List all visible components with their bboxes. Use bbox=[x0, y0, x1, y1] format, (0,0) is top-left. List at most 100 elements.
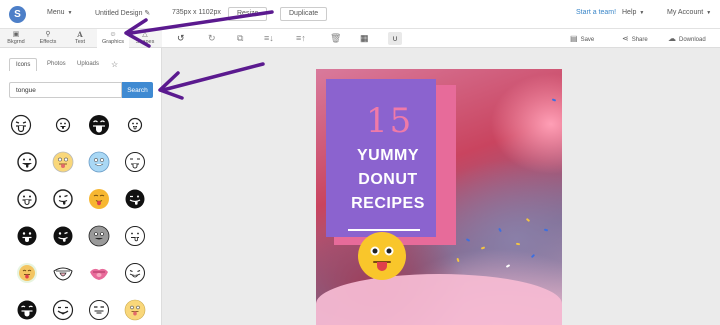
search-input[interactable] bbox=[9, 82, 122, 98]
tongue-emoji-icon[interactable] bbox=[88, 114, 110, 136]
design-title-label: Untitled Design bbox=[95, 10, 143, 17]
cloud-download-icon: ☁ bbox=[668, 34, 676, 43]
share-label: Share bbox=[631, 37, 648, 43]
help-label: Help bbox=[622, 9, 637, 16]
tab-icons[interactable]: Icons bbox=[9, 58, 38, 71]
arrowhead-icon bbox=[158, 71, 184, 100]
tongue-emoji-icon[interactable] bbox=[16, 188, 38, 210]
tongue-emoji-icon[interactable] bbox=[52, 299, 74, 321]
tab-label: Graphics bbox=[101, 39, 124, 45]
sprinkle bbox=[515, 242, 521, 246]
tongue-emoji-icon[interactable] bbox=[52, 151, 74, 173]
tongue-emoji-icon[interactable] bbox=[16, 151, 38, 173]
download-label: Download bbox=[679, 37, 706, 43]
menu-label: Menu bbox=[47, 9, 65, 16]
tongue-emoji-icon[interactable] bbox=[16, 299, 38, 321]
tab-photos[interactable]: Photos bbox=[41, 58, 72, 71]
download-button[interactable]: ☁ Download bbox=[668, 34, 706, 43]
tongue-emoji-icon[interactable] bbox=[88, 299, 110, 321]
tongue-emoji-icon[interactable] bbox=[52, 225, 74, 247]
tongue-emoji-icon[interactable] bbox=[124, 151, 146, 173]
account-label: My Account bbox=[667, 9, 704, 16]
trash-icon[interactable]: 🗑 bbox=[330, 33, 341, 44]
start-team-link[interactable]: Start a team! bbox=[576, 9, 616, 16]
tab-label: Effects bbox=[39, 39, 57, 45]
shapes-icon: △ bbox=[142, 31, 148, 38]
share-button[interactable]: ⋖ Share bbox=[622, 34, 648, 43]
tab-shapes[interactable]: △ Shapes bbox=[129, 29, 161, 48]
share-icon: ⋖ bbox=[622, 34, 629, 43]
tab-label: Text bbox=[74, 39, 86, 45]
sprinkle bbox=[480, 246, 486, 250]
top-bar: S Menu ▼ Untitled Design ✎ 735px x 1102px… bbox=[0, 0, 720, 29]
graphics-panel: Icons Photos Uploads ☆ Search bbox=[0, 48, 162, 325]
sprinkle bbox=[525, 217, 531, 223]
tongue-emoji-icon[interactable] bbox=[52, 114, 74, 136]
graphics-icon: ☺ bbox=[109, 31, 117, 38]
tongue-emoji-icon[interactable] bbox=[124, 262, 146, 284]
image-icon: ▣ bbox=[12, 31, 20, 38]
title-card[interactable]: 15 YUMMY DONUT RECIPES bbox=[326, 79, 436, 237]
copy-icon[interactable]: ⧉ bbox=[237, 33, 243, 44]
save-icon: ▤ bbox=[570, 34, 578, 43]
duplicate-button[interactable]: Duplicate bbox=[280, 7, 328, 21]
sprinkle bbox=[551, 98, 557, 102]
mouth-tongue-icon[interactable] bbox=[52, 262, 74, 284]
menu-button[interactable]: Menu ▼ bbox=[47, 9, 72, 16]
magnet-icon[interactable]: ∪ bbox=[388, 32, 402, 45]
sprinkle bbox=[498, 227, 502, 233]
sprinkle bbox=[456, 257, 460, 263]
app-logo[interactable]: S bbox=[9, 6, 26, 23]
star-icon[interactable]: ☆ bbox=[105, 58, 124, 71]
design-title[interactable]: Untitled Design ✎ bbox=[95, 9, 150, 17]
canvas-toolbar: ↺ ↻ ⧉ ≡↓ ≡↑ 🗑 ▦ ∪ ▤ Save ⋖ Share ☁ Download bbox=[162, 29, 720, 48]
tongue-emoji-icon[interactable] bbox=[88, 188, 110, 210]
tab-background[interactable]: ▣ Bkgrnd bbox=[0, 29, 32, 48]
tongue-emoji-icon[interactable] bbox=[88, 225, 110, 247]
donut-frosting bbox=[316, 274, 562, 325]
tongue-emoji-icon[interactable] bbox=[88, 151, 110, 173]
save-button[interactable]: ▤ Save bbox=[570, 34, 594, 43]
lips-tongue-icon[interactable] bbox=[88, 262, 110, 284]
chevron-down-icon: ▼ bbox=[67, 10, 73, 16]
title-line-3[interactable]: RECIPES bbox=[330, 195, 446, 213]
tongue-emoji-icon[interactable] bbox=[10, 114, 32, 136]
tongue-emoji-icon[interactable] bbox=[124, 299, 146, 321]
account-menu[interactable]: My Account ▼ bbox=[667, 9, 711, 16]
arrow-to-search-button bbox=[161, 62, 265, 92]
tongue-emoji-graphic[interactable] bbox=[357, 231, 407, 281]
sprinkle bbox=[530, 253, 536, 259]
tongue-emoji-icon[interactable] bbox=[16, 262, 38, 284]
recipe-count[interactable]: 15 bbox=[366, 101, 413, 141]
sprinkle bbox=[505, 264, 511, 268]
tongue-emoji-icon[interactable] bbox=[52, 188, 74, 210]
search-button[interactable]: Search bbox=[122, 82, 153, 98]
tongue-emoji-icon[interactable] bbox=[124, 188, 146, 210]
tongue-emoji-icon[interactable] bbox=[124, 225, 146, 247]
sprinkle bbox=[543, 228, 549, 232]
tongue-emoji-icon[interactable] bbox=[16, 225, 38, 247]
title-line-1[interactable]: YUMMY bbox=[330, 147, 446, 165]
resize-button[interactable]: Resize bbox=[228, 7, 268, 21]
undo-icon[interactable]: ↺ bbox=[177, 33, 185, 44]
save-label: Save bbox=[580, 37, 595, 43]
tab-label: Shapes bbox=[135, 39, 155, 45]
help-menu[interactable]: Help ▼ bbox=[622, 9, 644, 16]
design-canvas[interactable]: 15 YUMMY DONUT RECIPES bbox=[316, 69, 562, 325]
tab-text[interactable]: A Text bbox=[64, 29, 96, 48]
text-icon: A bbox=[77, 30, 83, 39]
redo-icon[interactable]: ↻ bbox=[208, 33, 216, 44]
tab-graphics[interactable]: ☺ Graphics bbox=[97, 29, 129, 48]
wand-icon: ⚲ bbox=[45, 31, 51, 38]
send-backward-icon[interactable]: ≡↓ bbox=[264, 33, 274, 43]
title-line-2[interactable]: DONUT bbox=[330, 171, 446, 189]
bring-forward-icon[interactable]: ≡↑ bbox=[296, 33, 306, 43]
tab-effects[interactable]: ⚲ Effects bbox=[32, 29, 64, 48]
tongue-emoji-icon[interactable] bbox=[124, 114, 146, 136]
tab-uploads[interactable]: Uploads bbox=[71, 58, 105, 71]
pencil-icon: ✎ bbox=[144, 10, 151, 17]
dimensions-label: 735px x 1102px bbox=[172, 9, 221, 16]
grid-icon[interactable]: ▦ bbox=[360, 33, 369, 44]
tool-tabs: ▣ Bkgrnd ⚲ Effects A Text ☺ Graphics △ Shapes bbox=[0, 29, 162, 48]
sprinkle bbox=[465, 238, 471, 242]
